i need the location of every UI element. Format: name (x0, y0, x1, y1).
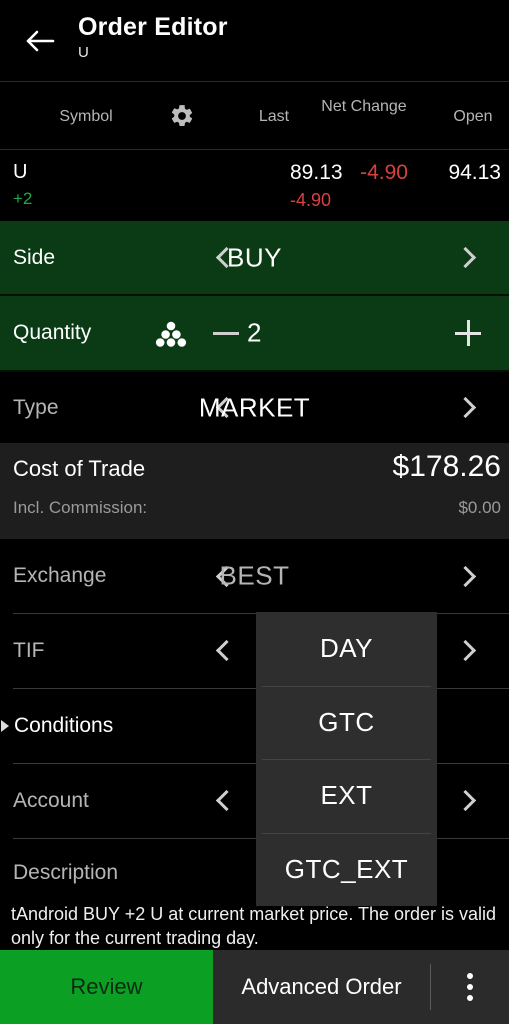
quantity-label: Quantity (13, 321, 92, 344)
tif-option-ext[interactable]: EXT (256, 759, 437, 833)
chevron-left-icon (215, 789, 238, 812)
type-value[interactable]: MARKET (199, 392, 310, 423)
more-vertical-icon[interactable] (431, 950, 509, 1024)
side-label: Side (13, 245, 56, 269)
triangle-right-icon (1, 719, 9, 732)
column-header-open[interactable]: Open (453, 107, 492, 127)
type-label: Type (13, 395, 59, 419)
column-header-last[interactable]: Last (259, 107, 289, 127)
app-header: Order Editor U (0, 0, 509, 82)
account-next-button[interactable] (450, 784, 484, 818)
quantity-decrement-button[interactable] (208, 316, 244, 350)
quote-position: +2 (13, 189, 33, 208)
review-button[interactable]: Review (0, 950, 213, 1024)
quote-open-price: 94.13 (448, 161, 501, 184)
order-editor-screen: Order Editor U Symbol Last Net Change Op… (0, 0, 509, 1024)
side-next-button[interactable] (450, 241, 484, 275)
header-title-group: Order Editor U (78, 12, 228, 63)
lot-dots-icon[interactable] (150, 316, 192, 350)
exchange-label: Exchange (13, 564, 107, 587)
commission-value: $0.00 (458, 498, 501, 517)
tif-dropdown-menu[interactable]: DAY GTC EXT GTC_EXT (256, 612, 437, 906)
tif-next-button[interactable] (450, 634, 484, 668)
gear-icon[interactable] (169, 103, 195, 135)
cost-of-trade-value: $178.26 (392, 450, 501, 483)
plus-icon-vertical (466, 320, 470, 346)
field-row-side: Side BUY (0, 221, 509, 294)
commission-label: Incl. Commission: (13, 498, 148, 517)
exchange-next-button[interactable] (450, 559, 484, 593)
quantity-value[interactable]: 2 (247, 318, 262, 349)
chevron-right-icon (454, 789, 477, 812)
tif-label: TIF (13, 638, 45, 662)
minus-icon (213, 331, 239, 335)
advanced-order-button[interactable]: Advanced Order (213, 950, 430, 1024)
conditions-label: Conditions (14, 713, 114, 737)
quote-net-change: -4.90 (360, 161, 408, 184)
dot (467, 984, 473, 990)
chevron-right-icon (454, 396, 477, 419)
account-prev-button[interactable] (208, 784, 242, 818)
dot (467, 995, 473, 1001)
tif-option-gtc-ext[interactable]: GTC_EXT (256, 832, 437, 907)
quote-row[interactable]: U +2 89.13 -4.90 -4.90 94.13 (0, 151, 509, 221)
chevron-left-icon (215, 639, 238, 662)
column-header-net-change[interactable]: Net Change (318, 97, 410, 117)
quote-last-change: -4.90 (290, 190, 332, 210)
tif-option-gtc[interactable]: GTC (256, 685, 437, 760)
account-label: Account (13, 788, 89, 812)
description-text: tAndroid BUY +2 U at current market pric… (11, 904, 497, 948)
quote-table-header: Symbol Last Net Change Open (0, 83, 509, 150)
bottom-action-bar: Review Advanced Order (0, 950, 509, 1024)
back-arrow-icon[interactable] (18, 19, 62, 63)
tif-prev-button[interactable] (208, 634, 242, 668)
chevron-right-icon (454, 639, 477, 662)
type-next-button[interactable] (450, 391, 484, 425)
quantity-increment-button[interactable] (450, 315, 486, 351)
chevron-right-icon (454, 565, 477, 587)
column-header-symbol[interactable]: Symbol (59, 107, 112, 127)
cost-of-trade-panel: Cost of Trade $178.26 Incl. Commission: … (0, 443, 509, 539)
chevron-right-icon (454, 246, 477, 269)
tif-option-day[interactable]: DAY (256, 612, 437, 686)
field-row-exchange: Exchange BEST (0, 539, 509, 613)
description-label: Description (13, 861, 119, 884)
cost-of-trade-label: Cost of Trade (13, 456, 146, 481)
field-row-quantity: Quantity 2 (0, 296, 509, 370)
dot (467, 973, 473, 979)
exchange-value[interactable]: BEST (220, 561, 290, 592)
page-subtitle: U (78, 44, 89, 61)
side-value[interactable]: BUY (227, 242, 282, 273)
page-title: Order Editor (78, 13, 228, 41)
field-row-type: Type MARKET (0, 372, 509, 443)
quote-symbol: U (13, 161, 28, 183)
